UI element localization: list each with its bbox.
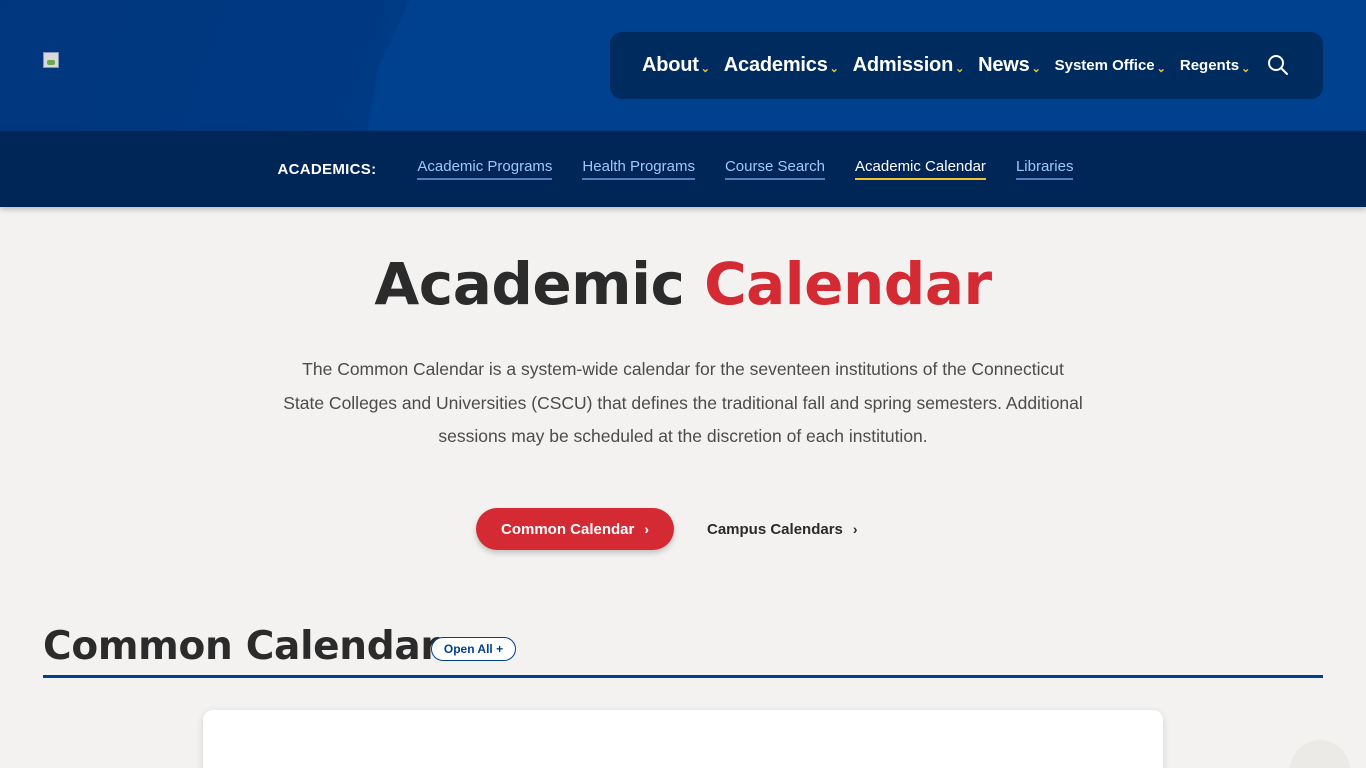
chevron-down-icon: ⌄ xyxy=(700,63,710,75)
chevron-right-icon: › xyxy=(852,521,858,537)
chevron-down-icon: ⌄ xyxy=(1031,63,1041,75)
page-title: Academic Calendar xyxy=(0,250,1366,318)
search-icon xyxy=(1268,55,1288,75)
common-calendar-button[interactable]: Common Calendar › xyxy=(476,508,674,550)
chevron-down-icon: ⌄ xyxy=(829,63,839,75)
chevron-right-icon: › xyxy=(644,521,650,537)
section-title: Common Calendar xyxy=(43,624,440,669)
logo-broken-image-icon[interactable] xyxy=(43,52,59,68)
section-divider xyxy=(43,675,1323,678)
main-nav: About ⌄ Academics ⌄ Admission ⌄ News ⌄ S… xyxy=(610,32,1323,99)
search-button[interactable] xyxy=(1267,54,1289,76)
subnav-health-programs[interactable]: Health Programs xyxy=(582,158,695,180)
nav-academics-label: Academics xyxy=(723,54,828,76)
page-title-main: Academic xyxy=(374,250,685,318)
common-calendar-button-label: Common Calendar xyxy=(500,520,635,538)
subnav-label: ACADEMICS: xyxy=(277,160,377,178)
page-title-accent: Calendar xyxy=(704,250,992,318)
subnav-libraries[interactable]: Libraries xyxy=(1015,158,1074,180)
campus-calendars-link[interactable]: Campus Calendars › xyxy=(707,508,858,550)
nav-regents-label: Regents xyxy=(1179,57,1240,74)
nav-news[interactable]: News ⌄ xyxy=(978,54,1041,77)
chevron-down-icon: ⌄ xyxy=(1156,63,1166,75)
campus-calendars-label: Campus Calendars xyxy=(707,520,843,538)
nav-admission[interactable]: Admission ⌄ xyxy=(852,54,965,77)
intro-paragraph: The Common Calendar is a system-wide cal… xyxy=(283,359,1083,446)
open-all-button[interactable]: Open All + xyxy=(431,637,516,661)
nav-academics[interactable]: Academics ⌄ xyxy=(724,54,839,77)
nav-system-office-label: System Office xyxy=(1054,57,1155,74)
section-subnav: ACADEMICS: Academic Programs Health Prog… xyxy=(0,131,1366,207)
nav-system-office[interactable]: System Office ⌄ xyxy=(1055,56,1166,75)
nav-regents[interactable]: Regents ⌄ xyxy=(1180,56,1250,75)
corner-bubble xyxy=(1290,740,1350,768)
nav-about[interactable]: About ⌄ xyxy=(642,54,710,77)
subnav-academic-calendar[interactable]: Academic Calendar xyxy=(855,158,986,180)
chevron-down-icon: ⌄ xyxy=(1241,63,1251,75)
nav-admission-label: Admission xyxy=(852,54,954,76)
site-header: About ⌄ Academics ⌄ Admission ⌄ News ⌄ S… xyxy=(0,0,1366,131)
chevron-down-icon: ⌄ xyxy=(955,63,965,75)
nav-news-label: News xyxy=(978,54,1030,76)
subnav-academic-programs[interactable]: Academic Programs xyxy=(417,158,553,180)
calendar-card xyxy=(203,710,1163,768)
nav-about-label: About xyxy=(642,54,699,76)
subnav-course-search[interactable]: Course Search xyxy=(724,158,826,180)
